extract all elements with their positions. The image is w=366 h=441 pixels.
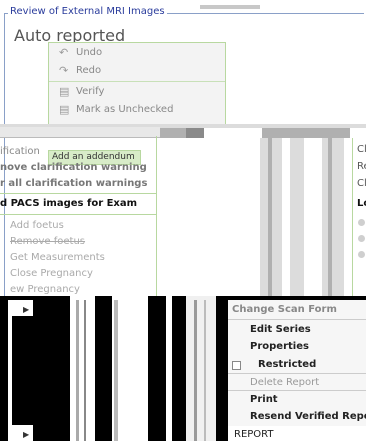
mark-unchecked-icon: ▤ bbox=[59, 103, 70, 116]
menu-item-mark-unchecked[interactable]: ▤ Mark as Unchecked bbox=[49, 101, 225, 119]
menu-item-properties[interactable]: Properties bbox=[228, 338, 366, 355]
report-label[interactable]: REPORT bbox=[234, 429, 274, 440]
menu-item-print[interactable]: Print bbox=[228, 391, 366, 408]
left-menu-item[interactable]: ification bbox=[0, 146, 40, 157]
glitch-bar bbox=[268, 138, 272, 298]
left-panel-header bbox=[0, 127, 160, 138]
left-panel-right-border bbox=[156, 136, 157, 296]
white-block bbox=[166, 296, 172, 441]
glitch-bar bbox=[114, 300, 118, 441]
menu-separator bbox=[228, 319, 366, 320]
white-block bbox=[70, 296, 95, 441]
glitch-block bbox=[186, 128, 204, 138]
white-block bbox=[186, 296, 216, 441]
menu-separator bbox=[49, 81, 225, 82]
right-item[interactable]: Re bbox=[357, 161, 366, 172]
menu-item-edit-series[interactable]: Edit Series bbox=[228, 321, 366, 338]
chevron-right-icon[interactable]: ▶ bbox=[23, 430, 29, 439]
context-menu-top: ↶ Undo ↷ Redo ▤ Verify ▤ Mark as Uncheck… bbox=[48, 42, 226, 126]
left-menu-item[interactable]: r all clarification warnings bbox=[0, 178, 147, 189]
glitch-bar bbox=[322, 138, 344, 298]
gear-icon bbox=[358, 235, 365, 242]
left-menu-item[interactable]: Add foetus bbox=[10, 220, 64, 231]
glitch-bar bbox=[76, 300, 79, 441]
restricted-checkbox[interactable] bbox=[232, 361, 241, 370]
redo-icon: ↷ bbox=[59, 64, 69, 77]
verify-icon: ▤ bbox=[59, 85, 70, 98]
left-menu-item[interactable]: nove clarification warning bbox=[0, 162, 147, 173]
left-menu-item[interactable]: d PACS images for Exam bbox=[0, 198, 137, 209]
right-item[interactable]: Cl bbox=[357, 144, 366, 155]
right-item[interactable]: Lo bbox=[357, 198, 366, 209]
menu-item-redo[interactable]: ↷ Redo bbox=[49, 62, 225, 80]
glitch-bar bbox=[290, 138, 304, 298]
menu-item-verify[interactable]: ▤ Verify bbox=[49, 83, 225, 101]
glitch-bar bbox=[328, 138, 332, 298]
section-title: Review of External MRI Images bbox=[8, 6, 167, 17]
left-menu-separator bbox=[0, 193, 156, 194]
undo-icon: ↶ bbox=[59, 46, 69, 59]
menu-item-delete-report[interactable]: Delete Report bbox=[228, 374, 366, 391]
gear-icon bbox=[358, 219, 365, 226]
white-block bbox=[8, 300, 33, 316]
right-item[interactable]: Cl bbox=[357, 178, 366, 189]
menu-item-restricted[interactable]: Restricted bbox=[228, 356, 366, 373]
left-menu-item[interactable]: Remove foetus bbox=[10, 236, 85, 247]
white-block bbox=[8, 425, 33, 441]
glitch-bar bbox=[194, 300, 197, 441]
gear-icon bbox=[358, 251, 365, 258]
glitch-block bbox=[262, 128, 350, 138]
menu-item-resend-verified-report[interactable]: Resend Verified Report bbox=[228, 408, 366, 425]
chevron-right-icon[interactable]: ▶ bbox=[23, 305, 29, 314]
left-menu-separator bbox=[0, 214, 156, 215]
menu-header[interactable]: Change Scan Form bbox=[232, 304, 337, 315]
title-bar-glitch bbox=[200, 5, 260, 9]
left-menu-item[interactable]: ew Pregnancy bbox=[10, 284, 80, 294]
left-menu-item[interactable]: Close Pregnancy bbox=[10, 268, 93, 279]
glitch-block bbox=[156, 128, 186, 138]
glitch-bar bbox=[84, 300, 86, 441]
glitch-bar bbox=[204, 300, 206, 441]
white-block bbox=[8, 316, 12, 441]
left-menu-item[interactable]: Get Measurements bbox=[10, 252, 105, 263]
menu-item-undo[interactable]: ↶ Undo bbox=[49, 44, 225, 62]
